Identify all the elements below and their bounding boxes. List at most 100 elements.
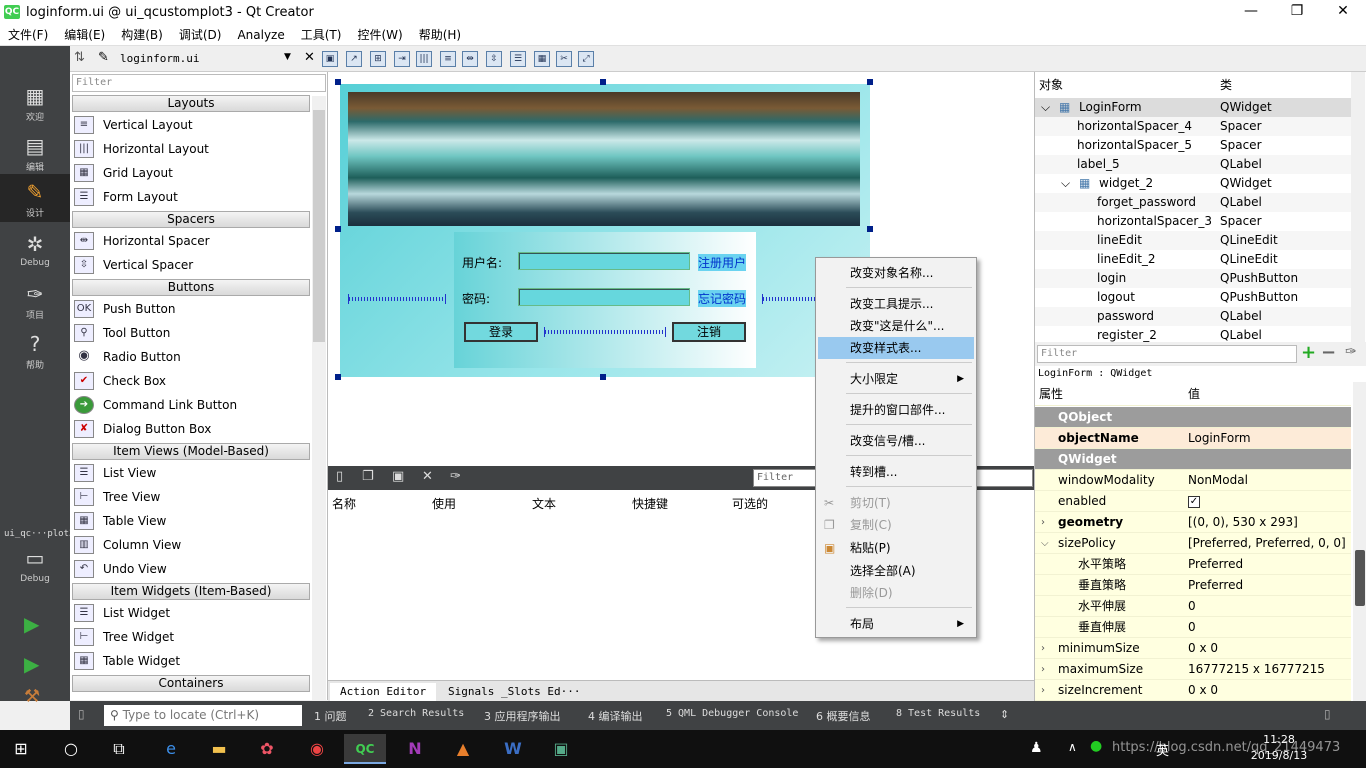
- property-value[interactable]: [(0, 0), 530 x 293]: [1188, 512, 1298, 533]
- add-property-icon[interactable]: +: [1301, 342, 1316, 363]
- widget-undo-view[interactable]: ↶ Undo View: [74, 557, 310, 581]
- menu-copy[interactable]: ❐ 复制(C): [818, 514, 974, 536]
- property-row[interactable]: › geometry [(0, 0), 530 x 293]: [1035, 512, 1351, 533]
- username-input[interactable]: [518, 252, 690, 270]
- login-form-widget[interactable]: 用户名: 注册用户 密码: 忘记密码 登录 注销: [340, 84, 870, 377]
- menu-change-signals-slots[interactable]: 改变信号/槽...: [818, 430, 974, 452]
- expand-arrow-icon[interactable]: ›: [1041, 512, 1045, 533]
- tab-qml-debugger-console[interactable]: 5 QML Debugger Console: [666, 708, 798, 719]
- menu-tools[interactable]: 工具(T): [293, 24, 350, 46]
- menu-paste[interactable]: ▣ 粘贴(P): [818, 537, 974, 559]
- layout-form-icon[interactable]: ☰: [510, 51, 526, 67]
- tree-row[interactable]: horizontalSpacer_3 Spacer: [1035, 212, 1353, 231]
- close-button[interactable]: ✕: [1320, 0, 1366, 24]
- menu-build[interactable]: 构建(B): [113, 24, 171, 46]
- value-column-header[interactable]: 值: [1188, 382, 1200, 406]
- property-value[interactable]: LoginForm: [1188, 428, 1251, 449]
- password-input[interactable]: [518, 288, 690, 306]
- split-icon[interactable]: ⇅: [74, 50, 85, 65]
- configure-icon[interactable]: ✑: [1345, 344, 1357, 360]
- tree-row[interactable]: register_2 QLabel: [1035, 326, 1353, 342]
- property-value[interactable]: Preferred: [1188, 575, 1243, 596]
- paste-action-icon[interactable]: ▣: [392, 469, 408, 487]
- enabled-checkbox[interactable]: ✓: [1188, 495, 1200, 508]
- tab-signals-slots[interactable]: Signals _Slots Ed···: [438, 683, 590, 701]
- widget-vertical-layout[interactable]: ≡ Vertical Layout: [74, 113, 310, 137]
- menu-go-to-slot[interactable]: 转到槽...: [818, 461, 974, 483]
- property-row[interactable]: › sizeIncrement 0 x 0: [1035, 680, 1351, 701]
- app-window-icon[interactable]: ▣: [540, 734, 582, 764]
- tab-more-arrows-icon[interactable]: ⇕: [1000, 708, 1009, 721]
- property-value[interactable]: 0: [1188, 596, 1196, 617]
- close-document-icon[interactable]: ✕: [304, 50, 315, 65]
- login-panel-widget[interactable]: 用户名: 注册用户 密码: 忘记密码 登录 注销: [454, 232, 756, 368]
- edit-widgets-icon[interactable]: ▣: [322, 51, 338, 67]
- adjust-size-icon[interactable]: ⤢: [578, 51, 594, 67]
- selection-handle[interactable]: [600, 79, 606, 85]
- category-buttons[interactable]: Buttons: [72, 279, 310, 296]
- property-value[interactable]: 0 x 0: [1188, 680, 1218, 701]
- menu-layout[interactable]: 布局 ▶: [818, 613, 974, 635]
- mode-design[interactable]: ✎ 设计: [0, 174, 70, 222]
- widget-horizontal-spacer[interactable]: ⇹ Horizontal Spacer: [74, 229, 310, 253]
- windows-start-icon[interactable]: ⊞: [0, 734, 42, 764]
- property-row[interactable]: objectName LoginForm: [1035, 428, 1351, 449]
- menu-change-stylesheet[interactable]: 改变样式表...: [818, 337, 974, 359]
- matlab-icon[interactable]: ▲: [442, 734, 484, 764]
- property-value[interactable]: Preferred: [1188, 554, 1243, 575]
- widget-check-box[interactable]: ✔ Check Box: [74, 369, 310, 393]
- edit-signals-icon[interactable]: ↗: [346, 51, 362, 67]
- collapse-arrow-icon[interactable]: ⌵: [1041, 98, 1050, 117]
- configure-icon[interactable]: ✑: [450, 469, 466, 487]
- property-row[interactable]: enabled ✓: [1035, 491, 1351, 512]
- object-inspector-scrollbar[interactable]: [1351, 72, 1365, 342]
- maximize-button[interactable]: ❐: [1274, 0, 1320, 24]
- property-row[interactable]: 垂直伸展 0: [1035, 617, 1351, 638]
- property-value[interactable]: NonModal: [1188, 470, 1248, 491]
- menu-edit[interactable]: 编辑(E): [56, 24, 113, 46]
- tree-row[interactable]: logout QPushButton: [1035, 288, 1353, 307]
- layout-splitter-v-icon[interactable]: ⇳: [486, 51, 502, 67]
- build-hammer-button[interactable]: ⚒: [24, 686, 40, 707]
- mode-help[interactable]: ? 帮助: [0, 326, 70, 374]
- selection-handle[interactable]: [867, 79, 873, 85]
- tree-row[interactable]: lineEdit_2 QLineEdit: [1035, 250, 1353, 269]
- mode-debug[interactable]: ✲ Debug: [0, 226, 70, 274]
- column-header[interactable]: 名称: [332, 495, 356, 512]
- selection-handle[interactable]: [600, 374, 606, 380]
- property-column-header[interactable]: 属性: [1039, 382, 1063, 406]
- wechat-icon[interactable]: ●: [1090, 738, 1102, 754]
- layout-grid-icon[interactable]: ▦: [534, 51, 550, 67]
- layout-vertical-icon[interactable]: ≡: [440, 51, 456, 67]
- tree-row[interactable]: horizontalSpacer_5 Spacer: [1035, 136, 1353, 155]
- property-row[interactable]: › maximumSize 16777215 x 16777215: [1035, 659, 1351, 680]
- selection-handle[interactable]: [335, 226, 341, 232]
- tab-application-output[interactable]: 3 应用程序输出: [484, 708, 561, 724]
- property-value[interactable]: 16777215 x 16777215: [1188, 659, 1325, 680]
- break-layout-icon[interactable]: ✂: [556, 51, 572, 67]
- expand-arrow-icon[interactable]: ›: [1041, 680, 1045, 701]
- widget-vertical-spacer[interactable]: ⇳ Vertical Spacer: [74, 253, 310, 277]
- onenote-icon[interactable]: N: [394, 734, 436, 764]
- selection-handle[interactable]: [335, 79, 341, 85]
- layout-horizontal-icon[interactable]: |||: [416, 51, 432, 67]
- object-column-header[interactable]: 对象: [1039, 76, 1063, 93]
- edit-tab-order-icon[interactable]: ⇥: [394, 51, 410, 67]
- column-header[interactable]: 文本: [532, 495, 556, 512]
- property-filter-input[interactable]: Filter: [1037, 345, 1297, 363]
- login-button[interactable]: 登录: [464, 322, 538, 342]
- property-row[interactable]: › minimumSize 0 x 0: [1035, 638, 1351, 659]
- system-clock[interactable]: 11:28 2019/8/13: [1246, 732, 1312, 764]
- tab-action-editor[interactable]: Action Editor: [330, 683, 437, 701]
- tab-test-results[interactable]: 8 Test Results: [896, 708, 980, 719]
- class-column-header[interactable]: 类: [1220, 76, 1232, 93]
- widget-command-link-button[interactable]: ➔ Command Link Button: [74, 393, 310, 417]
- run-button[interactable]: ▶: [24, 612, 39, 636]
- cortana-search-icon[interactable]: ○: [50, 734, 92, 764]
- tree-row[interactable]: lineEdit QLineEdit: [1035, 231, 1353, 250]
- widget-table-view[interactable]: ▦ Table View: [74, 509, 310, 533]
- toggle-sidebar-icon[interactable]: ▯: [78, 707, 85, 721]
- expand-arrow-icon[interactable]: ›: [1041, 659, 1045, 680]
- debug-run-button[interactable]: ▶: [24, 652, 39, 676]
- tree-row[interactable]: label_5 QLabel: [1035, 155, 1353, 174]
